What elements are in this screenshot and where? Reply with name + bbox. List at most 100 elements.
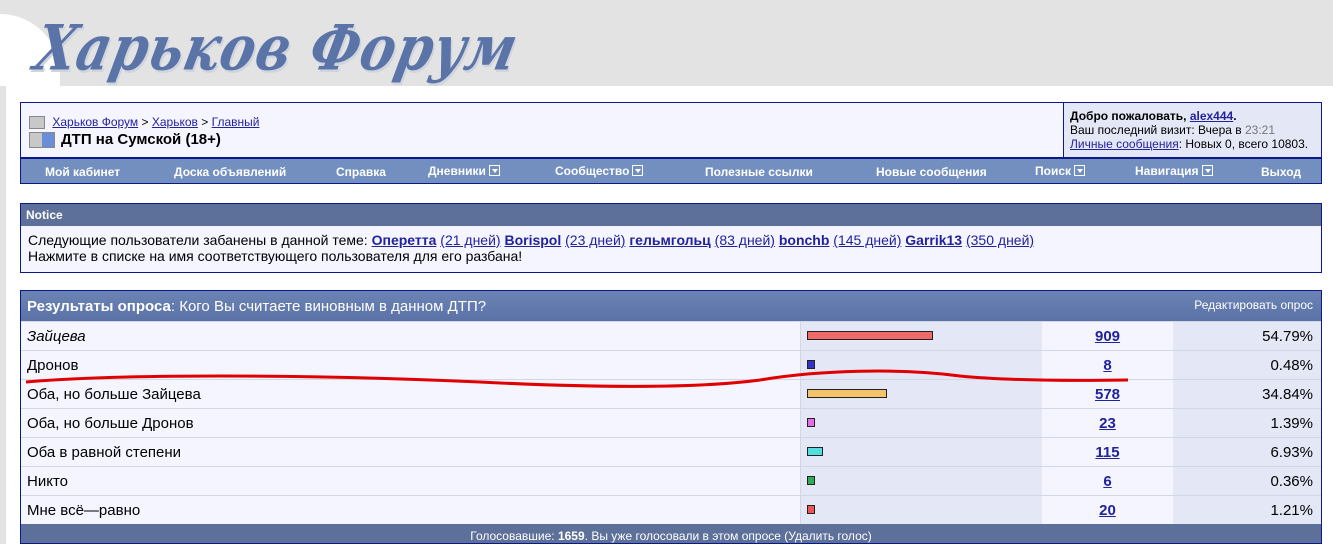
- poll-votes-link[interactable]: 6: [1103, 473, 1111, 490]
- dropdown-arrow-icon[interactable]: [1074, 165, 1086, 176]
- breadcrumb-link-kharkov[interactable]: Харьков: [152, 115, 198, 129]
- poll-votes-link[interactable]: 8: [1103, 357, 1111, 374]
- username-link[interactable]: alex444: [1190, 109, 1233, 123]
- poll-option-label: Оба в равной степени: [21, 438, 800, 466]
- poll-bar: [807, 389, 887, 398]
- breadcrumb-link-forum[interactable]: Харьков Форум: [52, 115, 138, 129]
- poll-votes-cell: 23: [1042, 409, 1173, 437]
- dropdown-arrow-icon[interactable]: [632, 165, 644, 176]
- notice-box: Notice Следующие пользователи забанены в…: [20, 203, 1322, 273]
- poll-percent: 0.48%: [1173, 351, 1321, 379]
- poll-votes-cell: 8: [1042, 351, 1173, 379]
- menu-useful-links[interactable]: Полезные ссылки: [705, 165, 813, 179]
- poll-votes-cell: 20: [1042, 496, 1173, 524]
- menu-label: Доска объявлений: [174, 165, 287, 179]
- ban-days: (21 дней): [440, 232, 501, 248]
- poll-header: Результаты опроса: Кого Вы считаете вино…: [21, 291, 1321, 321]
- poll-bar-cell: [800, 351, 1042, 379]
- poll-footer: Голосовавшие: 1659. Вы уже голосовали в …: [21, 524, 1321, 543]
- dropdown-arrow-icon[interactable]: [488, 165, 500, 176]
- page-content: Харьков Форум > Харьков > Главный ДТП на…: [6, 86, 1333, 544]
- menu-label: Поиск: [1035, 164, 1072, 178]
- menu-my-cabinet[interactable]: Мой кабинет: [45, 165, 120, 179]
- menu-community[interactable]: Сообщество: [555, 164, 644, 178]
- banned-user-link[interactable]: Borispol: [504, 232, 561, 248]
- poll-results: Результаты опроса: Кого Вы считаете вино…: [20, 290, 1322, 544]
- menu-label: Мой кабинет: [45, 165, 121, 179]
- menu-search[interactable]: Поиск: [1035, 164, 1086, 178]
- menu-logout[interactable]: Выход: [1261, 165, 1301, 179]
- poll-bar-cell: [800, 380, 1042, 408]
- menu-label: Новые сообщения: [876, 165, 987, 179]
- folder-icon: [29, 116, 45, 130]
- pm-status: : Новых 0, всего 10803.: [1178, 137, 1309, 151]
- poll-option-row: Дронов 8 0.48%: [21, 350, 1321, 379]
- dropdown-arrow-icon[interactable]: [1201, 165, 1213, 176]
- poll-bar: [807, 331, 933, 340]
- poll-votes-cell: 6: [1042, 467, 1173, 495]
- banned-user-link[interactable]: Garrik13: [905, 232, 962, 248]
- thread-icon: [29, 132, 55, 149]
- poll-option-row: Оба, но больше Зайцева 578 34.84%: [21, 379, 1321, 408]
- poll-title: Результаты опроса: Кого Вы считаете вино…: [27, 298, 486, 315]
- menu-navigation[interactable]: Навигация: [1135, 164, 1213, 178]
- poll-votes-link[interactable]: 578: [1095, 386, 1120, 403]
- poll-percent: 0.36%: [1173, 467, 1321, 495]
- poll-bar-cell: [800, 496, 1042, 524]
- menu-classifieds[interactable]: Доска объявлений: [174, 165, 286, 179]
- site-logo[interactable]: Харьков Форум: [28, 12, 524, 85]
- poll-title-bold: Результаты опроса: [27, 298, 171, 315]
- ban-days: (83 дней): [714, 232, 775, 248]
- poll-bar: [807, 418, 815, 427]
- welcome-panel: Добро пожаловать, alex444. Ваш последний…: [1063, 103, 1321, 157]
- navbar-box: Харьков Форум > Харьков > Главный ДТП на…: [20, 102, 1322, 158]
- poll-bar: [807, 447, 823, 456]
- banned-user-link[interactable]: bonchb: [779, 232, 830, 248]
- poll-bar: [807, 360, 815, 369]
- poll-votes-link[interactable]: 20: [1099, 502, 1116, 519]
- welcome-greeting: Добро пожаловать,: [1070, 109, 1187, 123]
- poll-bar: [807, 505, 815, 514]
- poll-option-label: Оба, но больше Дронов: [21, 409, 800, 437]
- poll-votes-link[interactable]: 115: [1095, 444, 1119, 461]
- header-banner: Харьков Форум: [0, 0, 1333, 86]
- poll-bar-cell: [800, 322, 1042, 350]
- poll-question: : Кого Вы считаете виновным в данном ДТП…: [170, 298, 487, 315]
- poll-percent: 34.84%: [1173, 380, 1321, 408]
- breadcrumb: Харьков Форум > Харьков > Главный: [29, 115, 260, 130]
- main-menu: Мой кабинет Доска объявлений Справка Дне…: [20, 158, 1322, 184]
- breadcrumb-separator: >: [141, 115, 149, 129]
- poll-percent: 6.93%: [1173, 438, 1321, 466]
- poll-bar-cell: [800, 409, 1042, 437]
- breadcrumb-separator: >: [201, 115, 209, 129]
- breadcrumb-link-main[interactable]: Главный: [212, 115, 260, 129]
- voters-suffix: . Вы уже голосовали в этом опросе (Удали…: [584, 529, 872, 543]
- poll-votes-link[interactable]: 909: [1095, 328, 1120, 345]
- menu-label: Навигация: [1135, 164, 1199, 178]
- poll-option-label: Зайцева: [21, 322, 800, 350]
- menu-label: Дневники: [428, 164, 486, 178]
- banned-user-link[interactable]: Оперетта: [372, 232, 437, 248]
- poll-votes-link[interactable]: 23: [1099, 415, 1116, 432]
- last-visit-label: Ваш последний визит: Вчера в: [1070, 123, 1242, 137]
- poll-option-row: Зайцева 909 54.79%: [21, 321, 1321, 350]
- notice-body: Следующие пользователи забанены в данной…: [21, 226, 1321, 272]
- poll-option-row: Оба, но больше Дронов 23 1.39%: [21, 408, 1321, 437]
- poll-percent: 1.21%: [1173, 496, 1321, 524]
- menu-help[interactable]: Справка: [336, 165, 386, 179]
- poll-option-row: Оба в равной степени 115 6.93%: [21, 437, 1321, 466]
- poll-option-label: Никто: [21, 467, 800, 495]
- menu-new-posts[interactable]: Новые сообщения: [876, 165, 987, 179]
- notice-title: Notice: [21, 204, 1321, 226]
- menu-label: Полезные ссылки: [705, 165, 813, 179]
- poll-bar-cell: [800, 467, 1042, 495]
- poll-option-label: Оба, но больше Зайцева: [21, 380, 800, 408]
- ban-days: (350 дней): [965, 232, 1035, 248]
- poll-option-label: Дронов: [21, 351, 800, 379]
- poll-votes-cell: 578: [1042, 380, 1173, 408]
- private-messages-link[interactable]: Личные сообщения: [1070, 137, 1179, 151]
- banned-user-link[interactable]: гельмгольц: [629, 232, 710, 248]
- menu-blogs[interactable]: Дневники: [428, 164, 500, 178]
- edit-poll-link[interactable]: Редактировать опрос: [1194, 298, 1313, 312]
- poll-option-row: Никто 6 0.36%: [21, 466, 1321, 495]
